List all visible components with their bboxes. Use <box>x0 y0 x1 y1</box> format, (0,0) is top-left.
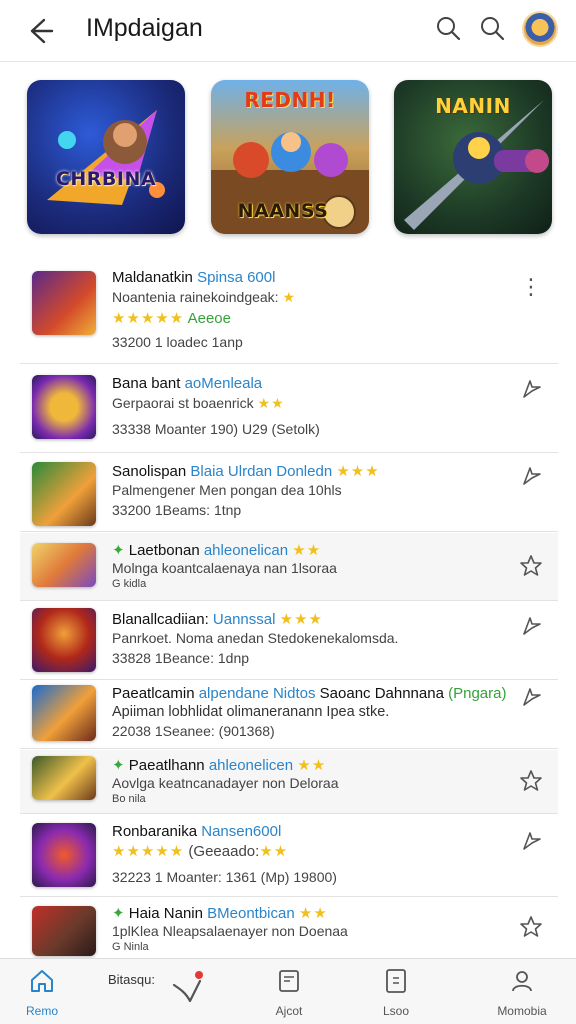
list-item[interactable]: Blanallcadiian: Uannssal ★★★ Panrkoet. N… <box>20 602 558 680</box>
item-meta: 33200 1 loadec 1anp <box>112 334 243 350</box>
list-item[interactable]: Ronbaranika Nansen600l ★★★★★ (Geeaado:★★… <box>20 815 558 897</box>
nav-item-documents[interactable]: Lsoo <box>348 967 444 1018</box>
app-thumbnail <box>32 375 96 439</box>
nav-label: Ajcot <box>275 1004 303 1018</box>
app-thumbnail <box>32 543 96 587</box>
document-icon <box>386 969 406 993</box>
list-item[interactable]: Paeatlcamin alpendane Nidtos Saoanc Dahn… <box>20 681 558 749</box>
nav-label: Remo <box>25 1004 58 1018</box>
featured-game-card[interactable]: REDNH! NAANSS <box>211 80 369 234</box>
app-thumbnail <box>32 608 96 672</box>
search-icon[interactable] <box>478 14 506 42</box>
item-subtitle: Apiiman lobhlidat olimaneranann Ipea stk… <box>112 704 390 720</box>
item-title: Ronbaranika Nansen600l <box>112 823 282 840</box>
profile-icon <box>512 971 532 992</box>
item-subtitle: Molnga koantcalaenaya nan 1lsoraa <box>112 560 337 576</box>
item-title: ✦ Haia Nanin BMeontbican ★★ <box>112 905 328 922</box>
item-meta: 33200 1Beams: 1tnp <box>112 502 242 518</box>
nav-label: Momobia <box>497 1004 547 1018</box>
featured-title: REDNH! <box>244 88 336 112</box>
app-thumbnail <box>32 823 96 887</box>
item-title: Paeatlcamin alpendane Nidtos Saoanc Dahn… <box>112 685 507 702</box>
featured-title: NANIN <box>435 94 511 118</box>
item-title: Sanolispan Blaia Ulrdan Donledn ★★★ <box>112 463 380 480</box>
game-artwork <box>47 110 165 205</box>
home-icon <box>31 970 53 992</box>
item-subtitle: Noantenia rainekoindgeak: ★ <box>112 289 297 305</box>
share-icon[interactable] <box>518 614 544 640</box>
bottom-navigation: Remo Ajcot Lsoo Momobia <box>0 958 576 1024</box>
item-title: Bana bant aoMenleala <box>112 375 263 392</box>
page-title: IMpdaigan <box>86 14 203 42</box>
item-subtitle: Gerpaorai st boaenrick ★★ <box>112 395 285 411</box>
item-meta: 32223 1 Moanter: 1361 (Mp) 19800) <box>112 869 337 885</box>
nav-item-library[interactable]: Ajcot <box>241 967 337 1018</box>
share-icon[interactable] <box>518 829 544 855</box>
list-item[interactable]: Sanolispan Blaia Ulrdan Donledn ★★★ Palm… <box>20 454 558 532</box>
nav-item-profile[interactable]: Momobia <box>474 967 570 1018</box>
list-item[interactable]: Maldanatkin Spinsa 600l Noantenia rainek… <box>20 258 558 364</box>
item-meta: 33828 1Beance: 1dnp <box>112 650 250 666</box>
app-thumbnail <box>32 756 96 800</box>
item-meta: G kidla <box>112 578 147 590</box>
link-icon <box>172 971 203 1003</box>
item-subtitle: Palmengener Men pongan dea 10hls <box>112 482 342 498</box>
back-arrow-icon[interactable] <box>22 14 56 48</box>
avatar[interactable] <box>522 11 558 47</box>
nav-label: Lsoo <box>382 1004 410 1018</box>
item-meta: G Ninla <box>112 941 149 953</box>
app-thumbnail <box>32 462 96 526</box>
item-subtitle: Panrkoet. Noma anedan Stedokenekalomsda. <box>112 630 399 646</box>
app-root: IMpdaigan CHRBINA REDNH! NAANSS NANIN Ma… <box>0 0 576 1024</box>
list-item[interactable]: ✦ Laetbonan ahleonelican ★★ Molnga koant… <box>20 533 558 601</box>
floating-label: Bitasqu: <box>108 972 155 987</box>
item-rating: ★★★★★ (Geeaado:★★ <box>112 843 289 860</box>
nav-item-home[interactable]: Remo <box>0 967 90 1018</box>
item-subtitle: Aovlga keatncanadayer non Deloraa <box>112 775 339 791</box>
top-app-bar: IMpdaigan <box>0 0 576 62</box>
item-rating: ★★★★★ Aeeoe <box>112 310 231 327</box>
star-icon[interactable] <box>518 914 544 940</box>
share-icon[interactable] <box>518 464 544 490</box>
star-icon[interactable] <box>518 768 544 794</box>
item-title: Maldanatkin Spinsa 600l <box>112 269 276 286</box>
library-icon <box>279 970 299 992</box>
app-thumbnail <box>32 685 96 741</box>
item-meta: 22038 1Seanee: (901368) <box>112 723 275 739</box>
share-icon[interactable] <box>518 685 544 711</box>
item-title: ✦ Laetbonan ahleonelican ★★ <box>112 542 322 559</box>
item-title: ✦ Paeatlhann ahleonelicen ★★ <box>112 757 327 774</box>
app-thumbnail <box>32 906 96 956</box>
list-item[interactable]: ✦ Paeatlhann ahleonelicen ★★ Aovlga keat… <box>20 750 558 814</box>
item-title: Blanallcadiian: Uannssal ★★★ <box>112 611 323 628</box>
app-thumbnail <box>32 271 96 335</box>
item-subtitle: 1plKlea Nleapsalaenayer non Doenaa <box>112 923 348 939</box>
featured-game-card[interactable]: NANIN <box>394 80 552 234</box>
list-item[interactable]: ✦ Haia Nanin BMeontbican ★★ 1plKlea Nlea… <box>20 898 558 958</box>
featured-title: CHRBINA <box>55 168 157 190</box>
list-item[interactable]: Bana bant aoMenleala Gerpaorai st boaenr… <box>20 365 558 453</box>
featured-game-card[interactable]: CHRBINA <box>27 80 185 234</box>
star-icon[interactable] <box>518 553 544 579</box>
search-icon[interactable] <box>434 14 462 42</box>
featured-subtitle: NAANSS <box>237 200 329 222</box>
more-icon[interactable]: ⋮ <box>520 276 542 298</box>
item-meta: 33338 Moanter 190) U29 (Setolk) <box>112 421 320 437</box>
item-meta: Bo nila <box>112 793 146 805</box>
featured-carousel: CHRBINA REDNH! NAANSS NANIN <box>0 80 576 236</box>
share-icon[interactable] <box>518 377 544 403</box>
